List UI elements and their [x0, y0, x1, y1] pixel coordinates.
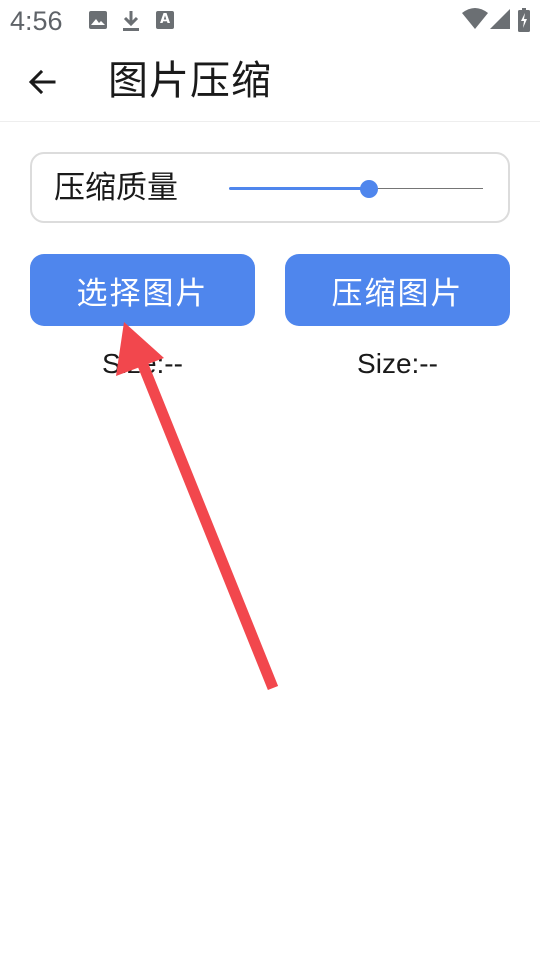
app-bar: 图片压缩 — [0, 44, 540, 122]
image-icon — [88, 10, 108, 34]
signal-icon — [490, 8, 510, 34]
arrow-left-icon — [28, 69, 56, 95]
compress-image-button[interactable]: 压缩图片 — [285, 254, 510, 326]
battery-charging-icon — [518, 8, 530, 36]
page-title: 图片压缩 — [108, 58, 272, 104]
slider-fill — [229, 187, 369, 190]
compressed-size-label: Size:-- — [357, 348, 438, 379]
quality-card: 压缩质量 — [30, 152, 510, 223]
quality-label: 压缩质量 — [54, 170, 178, 206]
a-badge-icon: A — [155, 10, 175, 34]
select-image-button[interactable]: 选择图片 — [30, 254, 255, 326]
red-arrow-annotation — [116, 322, 279, 691]
status-bar: 4:56 A — [0, 0, 540, 44]
original-size-label: Size:-- — [102, 348, 183, 379]
status-time: 4:56 — [10, 6, 63, 36]
quality-slider[interactable] — [229, 174, 483, 204]
download-icon — [121, 10, 141, 36]
slider-thumb[interactable] — [359, 180, 378, 198]
back-button[interactable] — [18, 58, 66, 106]
a-badge-text: A — [159, 12, 171, 27]
wifi-icon — [462, 8, 488, 34]
